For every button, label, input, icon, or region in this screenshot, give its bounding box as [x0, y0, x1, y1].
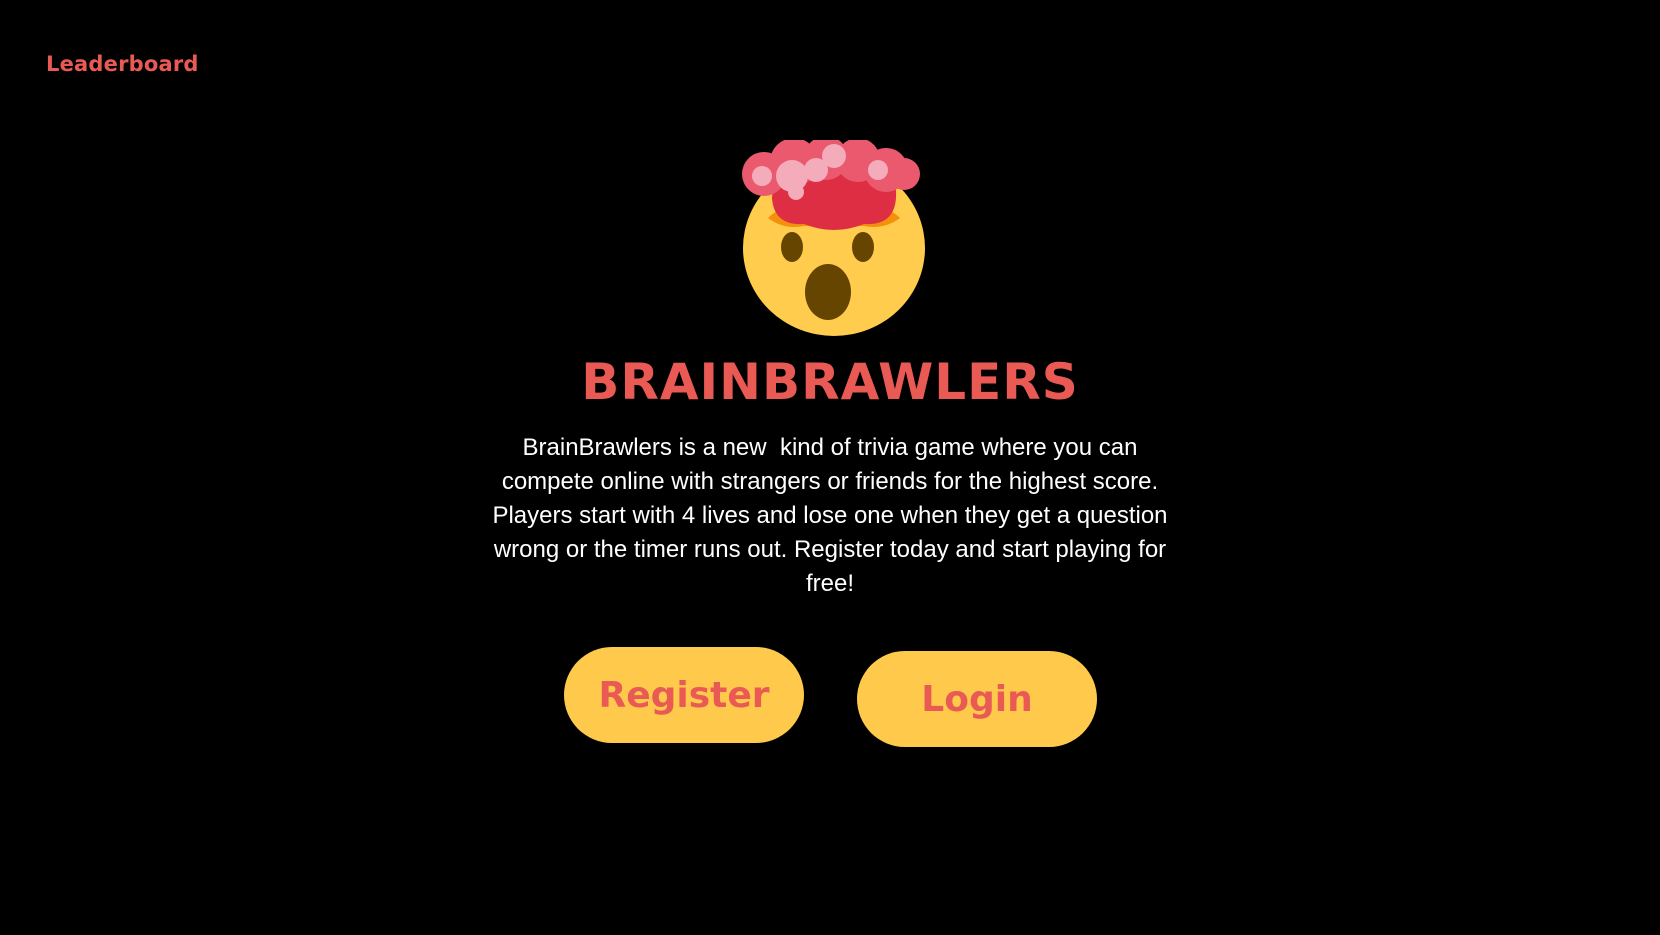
game-description: BrainBrawlers is a new kind of trivia ga… [492, 434, 1175, 597]
hero-section: BRAINBRAWLERS BrainBrawlers is a new kin… [0, 0, 1660, 935]
page-title: BRAINBRAWLERS [581, 353, 1079, 411]
register-button[interactable]: Register [564, 647, 804, 743]
login-button[interactable]: Login [857, 651, 1097, 747]
exploding-head-icon [742, 140, 925, 336]
